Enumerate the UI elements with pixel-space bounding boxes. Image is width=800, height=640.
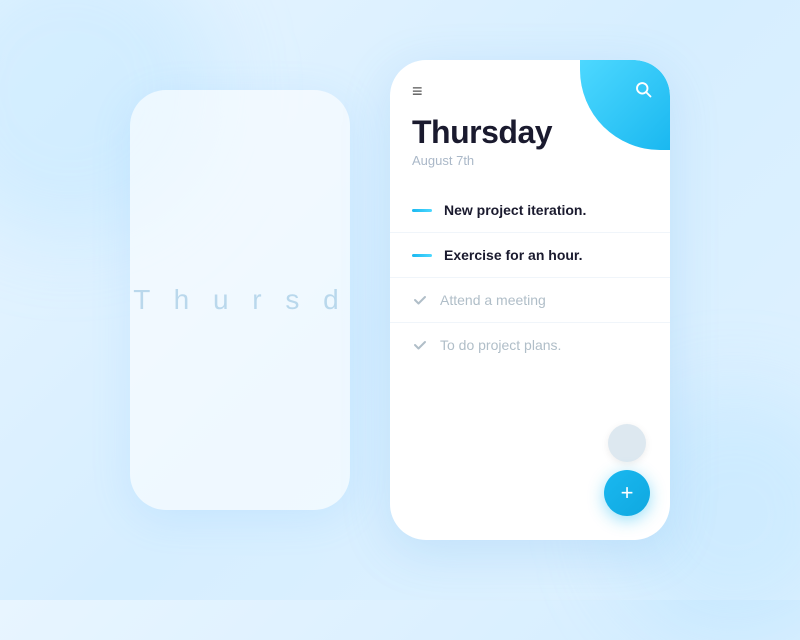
task-label: To do project plans. [440,337,561,353]
scene: T h u r s d ≡ Thursday August 7th New pr… [130,60,670,540]
task-item[interactable]: Exercise for an hour. [390,233,670,278]
phone-left-day-text: T h u r s d [133,284,347,316]
task-label: Exercise for an hour. [444,247,583,263]
fab-add-button[interactable]: + [604,470,650,516]
task-label: New project iteration. [444,202,586,218]
fab-secondary-button[interactable] [608,424,646,462]
task-item[interactable]: To do project plans. [390,323,670,367]
task-active-indicator [412,209,432,212]
task-label: Attend a meeting [440,292,546,308]
day-date: August 7th [412,153,648,168]
phone-header: ≡ Thursday August 7th [390,60,670,178]
task-done-indicator [412,337,428,353]
phone-right: ≡ Thursday August 7th New project iterat… [390,60,670,540]
task-item[interactable]: Attend a meeting [390,278,670,323]
search-icon[interactable] [634,80,652,103]
fab-area: + [604,424,650,516]
task-done-indicator [412,292,428,308]
day-title: Thursday [412,114,648,151]
task-active-indicator [412,254,432,257]
phone-left: T h u r s d [130,90,350,510]
hamburger-icon[interactable]: ≡ [412,82,648,100]
task-item[interactable]: New project iteration. [390,188,670,233]
